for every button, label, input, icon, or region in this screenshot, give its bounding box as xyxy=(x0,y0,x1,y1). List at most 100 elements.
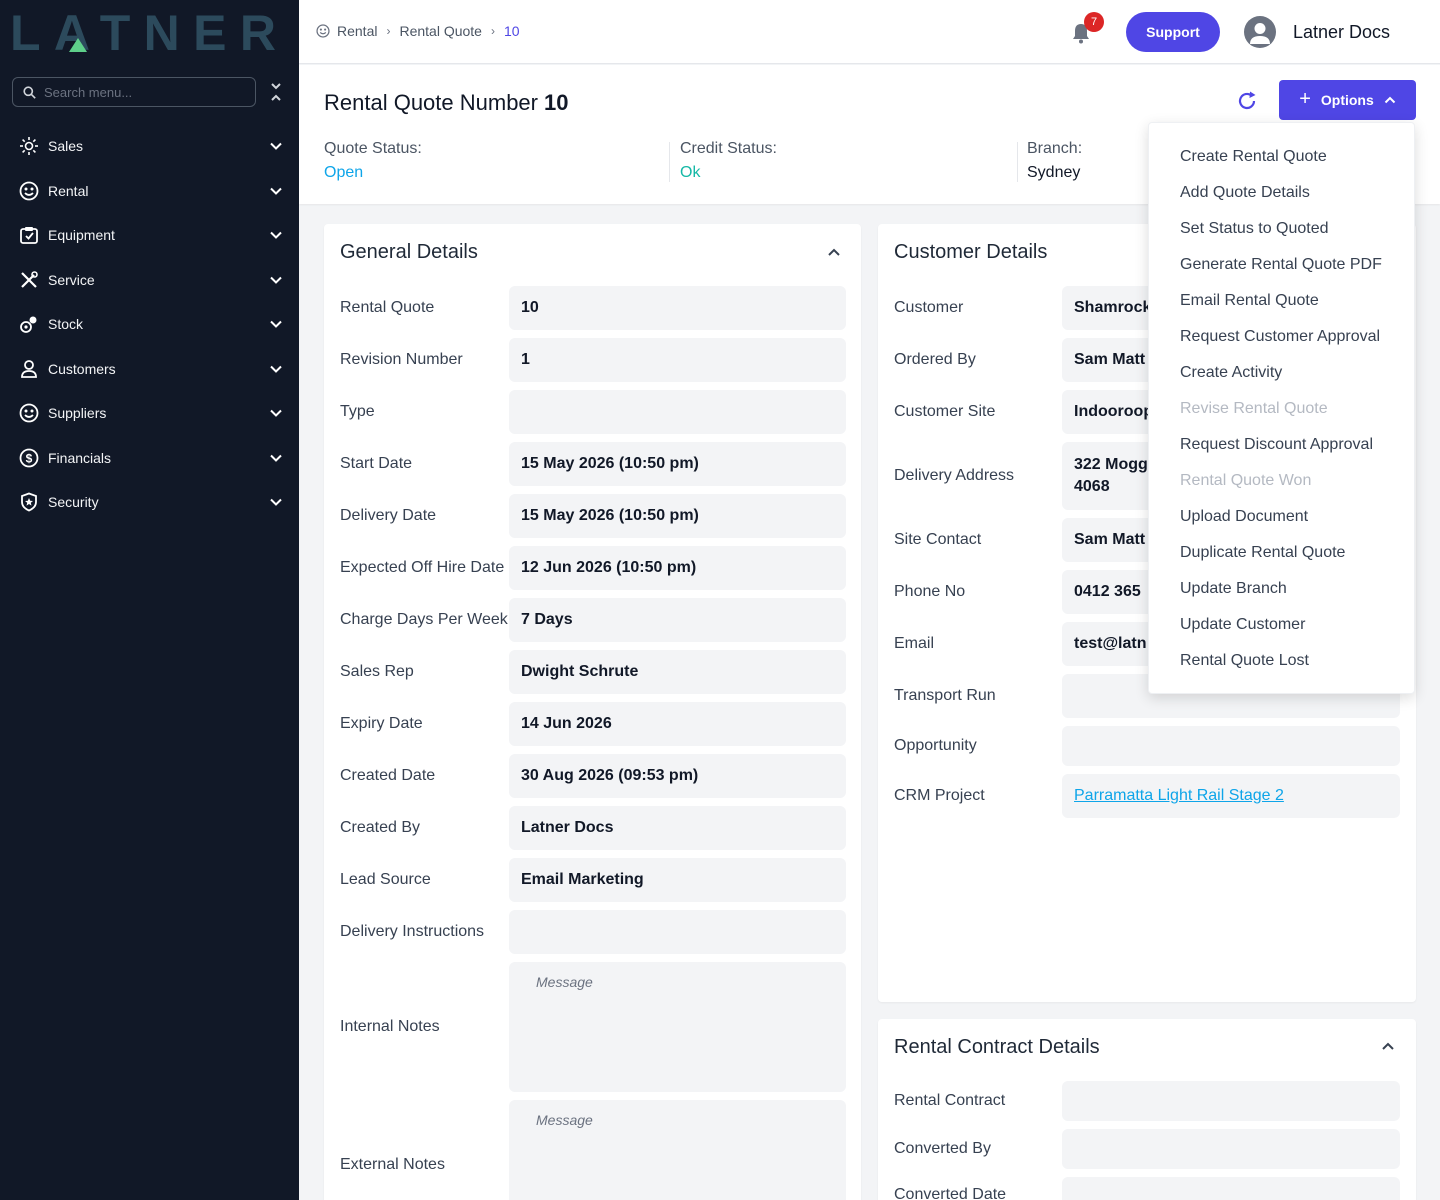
type-field[interactable] xyxy=(509,390,846,434)
field-label: Site Contact xyxy=(894,531,982,548)
converted-by-field[interactable] xyxy=(1062,1129,1400,1169)
general-details-title: General Details xyxy=(340,241,478,263)
chevron-down-icon xyxy=(270,187,282,195)
menu-item-duplicate-rental-quote[interactable]: Duplicate Rental Quote xyxy=(1180,544,1345,562)
menu-item-update-customer[interactable]: Update Customer xyxy=(1180,616,1305,634)
sidebar-item-security[interactable]: Security xyxy=(0,480,299,525)
expiry-date-field[interactable]: 14 Jun 2026 xyxy=(509,702,846,746)
branch-value: Sydney xyxy=(1027,164,1081,181)
created-by-field[interactable]: Latner Docs xyxy=(509,806,846,850)
field-label: Revision Number xyxy=(340,351,463,368)
charge-days-field[interactable]: 7 Days xyxy=(509,598,846,642)
support-button[interactable]: Support xyxy=(1126,12,1220,52)
field-label: Customer xyxy=(894,299,964,316)
field-label: Start Date xyxy=(340,455,413,472)
rental-icon xyxy=(18,180,40,202)
search-menu-input[interactable] xyxy=(44,84,234,100)
suppliers-icon xyxy=(18,402,40,424)
sidebar-item-financials[interactable]: $ Financials xyxy=(0,436,299,481)
menu-item-upload-document[interactable]: Upload Document xyxy=(1180,508,1308,526)
converted-date-field[interactable] xyxy=(1062,1177,1400,1200)
svg-text:LATNER: LATNER xyxy=(10,10,278,54)
start-date-field[interactable]: 15 May 2026 (10:50 pm) xyxy=(509,442,846,486)
menu-item-add-quote-details[interactable]: Add Quote Details xyxy=(1180,184,1310,202)
search-menu-field[interactable] xyxy=(12,77,256,107)
breadcrumb: Rental › Rental Quote › 10 xyxy=(316,23,520,39)
sidebar-item-service[interactable]: Service xyxy=(0,258,299,303)
options-button[interactable]: + Options xyxy=(1279,80,1416,120)
field-label: Type xyxy=(340,403,375,420)
delivery-instructions-field[interactable] xyxy=(509,910,846,954)
sidebar-item-label: Equipment xyxy=(48,227,115,244)
chevron-down-icon xyxy=(270,410,282,418)
user-name[interactable]: Latner Docs xyxy=(1293,22,1390,43)
collapse-sidebar-icon[interactable] xyxy=(268,82,284,102)
lead-source-field[interactable]: Email Marketing xyxy=(509,858,846,902)
sidebar-item-suppliers[interactable]: Suppliers xyxy=(0,391,299,436)
page-title-label: Rental Quote Number xyxy=(324,90,538,115)
quote-status-value: Open xyxy=(324,164,364,181)
field-label: Ordered By xyxy=(894,351,976,368)
general-details-card: General Details Rental Quote 10 Revision… xyxy=(324,224,861,1200)
crm-project-link[interactable]: Parramatta Light Rail Stage 2 xyxy=(1074,787,1284,805)
breadcrumb-current: 10 xyxy=(503,23,520,39)
menu-item-request-customer-approval[interactable]: Request Customer Approval xyxy=(1180,328,1380,346)
sidebar-nav: Sales Rental Equipment Service Stock Cus… xyxy=(0,124,299,525)
chevron-up-icon[interactable] xyxy=(1380,1038,1396,1054)
chevron-down-icon xyxy=(270,276,282,284)
breadcrumb-separator: › xyxy=(386,24,391,38)
rental-contract-title: Rental Contract Details xyxy=(894,1036,1100,1058)
menu-item-email-rental-quote[interactable]: Email Rental Quote xyxy=(1180,292,1319,310)
quote-status: Quote Status: Open xyxy=(324,140,422,182)
field-label: Phone No xyxy=(894,583,966,600)
field-label: Expected Off Hire Date xyxy=(340,559,505,576)
menu-item-rental-quote-lost[interactable]: Rental Quote Lost xyxy=(1180,652,1309,670)
sales-icon xyxy=(18,135,40,157)
menu-item-set-status-quoted[interactable]: Set Status to Quoted xyxy=(1180,220,1329,238)
field-label: External Notes xyxy=(340,1156,445,1173)
breadcrumb-rental[interactable]: Rental xyxy=(337,23,377,39)
sales-rep-field[interactable]: Dwight Schrute xyxy=(509,650,846,694)
sidebar-item-rental[interactable]: Rental xyxy=(0,169,299,214)
internal-notes-textarea[interactable]: Message xyxy=(509,962,846,1092)
branch: Branch: Sydney xyxy=(1027,140,1082,182)
sidebar-item-label: Suppliers xyxy=(48,405,107,422)
menu-item-generate-pdf[interactable]: Generate Rental Quote PDF xyxy=(1180,256,1382,274)
menu-item-create-rental-quote[interactable]: Create Rental Quote xyxy=(1180,148,1327,166)
field-label: Email xyxy=(894,635,935,652)
created-date-field[interactable]: 30 Aug 2026 (09:53 pm) xyxy=(509,754,846,798)
external-notes-textarea[interactable]: Message xyxy=(509,1100,846,1200)
breadcrumb-rental-quote[interactable]: Rental Quote xyxy=(399,23,482,39)
options-label: Options xyxy=(1320,92,1374,108)
delivery-date-field[interactable]: 15 May 2026 (10:50 pm) xyxy=(509,494,846,538)
refresh-icon[interactable] xyxy=(1236,90,1258,112)
sidebar-item-stock[interactable]: Stock xyxy=(0,302,299,347)
field-label: Delivery Date xyxy=(340,507,437,524)
rental-quote-field[interactable]: 10 xyxy=(509,286,846,330)
opportunity-field[interactable] xyxy=(1062,726,1400,766)
revision-number-field[interactable]: 1 xyxy=(509,338,846,382)
credit-status: Credit Status: Ok xyxy=(680,140,777,182)
sidebar-item-sales[interactable]: Sales xyxy=(0,124,299,169)
sidebar-item-label: Service xyxy=(48,271,95,288)
menu-item-create-activity[interactable]: Create Activity xyxy=(1180,364,1282,382)
chevron-down-icon xyxy=(270,365,282,373)
field-label: Sales Rep xyxy=(340,663,414,680)
search-icon xyxy=(23,85,36,99)
rental-contract-field[interactable] xyxy=(1062,1081,1400,1121)
customer-details-title: Customer Details xyxy=(894,241,1048,263)
menu-item-request-discount-approval[interactable]: Request Discount Approval xyxy=(1180,436,1373,454)
notification-count-badge: 7 xyxy=(1084,12,1104,32)
field-label: Delivery Instructions xyxy=(340,923,485,940)
chevron-up-icon[interactable] xyxy=(826,244,842,260)
latner-logo[interactable]: LATNER xyxy=(10,10,280,54)
sidebar-item-customers[interactable]: Customers xyxy=(0,347,299,392)
sidebar-item-equipment[interactable]: Equipment xyxy=(0,213,299,258)
avatar[interactable] xyxy=(1244,16,1276,48)
expected-off-hire-date-field[interactable]: 12 Jun 2026 (10:50 pm) xyxy=(509,546,846,590)
divider xyxy=(1017,142,1018,182)
breadcrumb-separator: › xyxy=(490,24,495,38)
menu-item-update-branch[interactable]: Update Branch xyxy=(1180,580,1287,598)
field-label: Transport Run xyxy=(894,687,996,704)
chevron-down-icon xyxy=(270,321,282,329)
